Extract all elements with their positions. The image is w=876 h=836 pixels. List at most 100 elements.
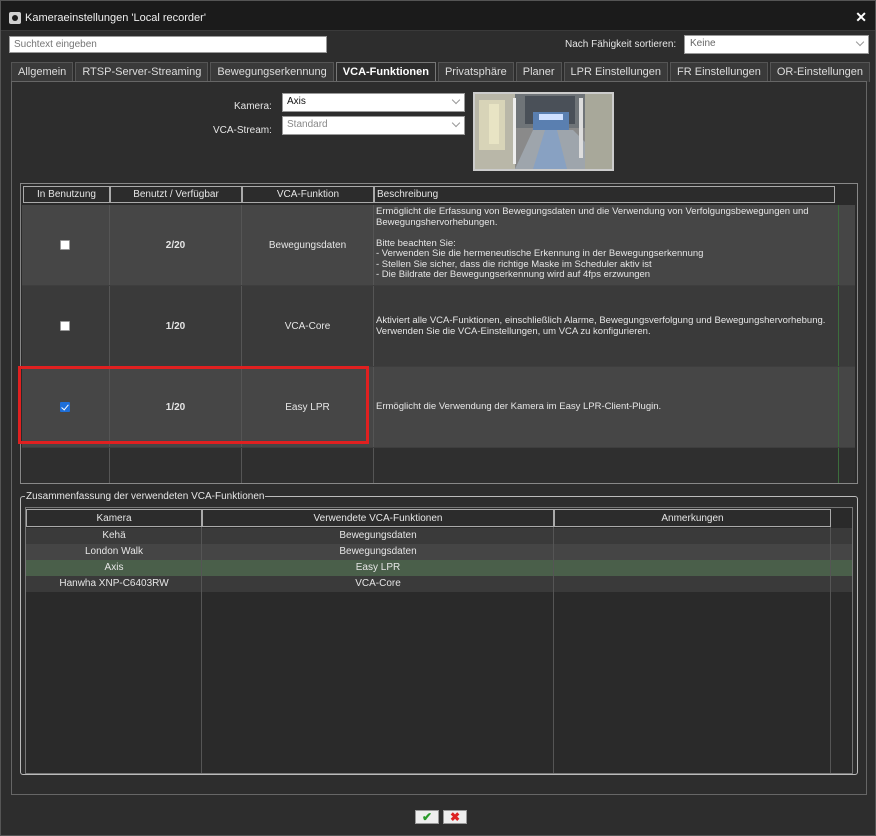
tab-fr-einstellungen[interactable]: FR Einstellungen xyxy=(670,62,768,82)
description-line: Ermöglicht die Verwendung der Kamera im … xyxy=(376,401,662,412)
description-text: Aktiviert alle VCA-Funktionen, einschlie… xyxy=(376,315,836,337)
column-header-camera[interactable]: Kamera xyxy=(26,509,202,527)
search-input[interactable] xyxy=(9,36,327,53)
x-icon: ✖ xyxy=(449,810,461,824)
function-cell: VCA-Core xyxy=(242,286,374,366)
table-row[interactable]: Hanwha XNP-C6403RW VCA-Core xyxy=(26,576,852,592)
tab-vca-funktionen[interactable]: VCA-Funktionen xyxy=(335,62,436,83)
empty-cell xyxy=(374,448,839,483)
camera-select-value: Axis xyxy=(287,96,306,107)
summary-table: Kamera Verwendete VCA-Funktionen Anmerku… xyxy=(25,507,853,774)
column-divider xyxy=(553,527,554,773)
cancel-button[interactable]: ✖ xyxy=(443,810,467,824)
table-row-selected[interactable]: Axis Easy LPR xyxy=(26,560,852,576)
tab-planer[interactable]: Planer xyxy=(515,62,562,82)
summary-functions: Bewegungsdaten xyxy=(339,530,417,541)
chevron-down-icon xyxy=(451,95,461,105)
column-header-function[interactable]: VCA-Funktion xyxy=(242,186,374,203)
summary-camera: London Walk xyxy=(85,546,143,557)
window-title: Kameraeinstellungen 'Local recorder' xyxy=(25,12,206,24)
column-header-in-use[interactable]: In Benutzung xyxy=(23,186,110,203)
column-header-notes[interactable]: Anmerkungen xyxy=(554,509,831,527)
summary-camera: Axis xyxy=(104,562,124,573)
tab-rtsp-server-streaming[interactable]: RTSP-Server-Streaming xyxy=(75,62,209,82)
column-divider xyxy=(201,527,202,773)
ok-button[interactable]: ✔ xyxy=(415,810,439,824)
filler-cell xyxy=(839,286,855,366)
empty-cell xyxy=(242,448,374,483)
description-cell: Aktiviert alle VCA-Funktionen, einschlie… xyxy=(374,286,839,366)
table-row[interactable]: Kehä Bewegungsdaten xyxy=(26,528,852,544)
chevron-down-icon xyxy=(855,37,865,47)
usage-value: 2/20 xyxy=(165,240,186,251)
filler-cell xyxy=(839,367,855,447)
checkmark-icon: ✔ xyxy=(421,810,433,824)
empty-cell xyxy=(110,448,242,483)
camera-label: Kamera: xyxy=(234,101,272,112)
camera-preview-image xyxy=(473,92,614,171)
vca-stream-select[interactable]: Standard xyxy=(282,116,465,135)
column-header-description[interactable]: Beschreibung xyxy=(374,186,835,203)
tab-bar: Allgemein RTSP-Server-Streaming Bewegung… xyxy=(11,62,872,83)
chevron-down-icon xyxy=(451,118,461,128)
filler-cell xyxy=(839,205,855,285)
sort-select-value: Keine xyxy=(690,38,716,49)
column-divider xyxy=(830,527,831,773)
function-name: Easy LPR xyxy=(285,402,330,413)
function-cell: Bewegungsdaten xyxy=(242,205,374,285)
description-line: Aktiviert alle VCA-Funktionen, einschlie… xyxy=(376,315,826,326)
usage-cell: 1/20 xyxy=(110,286,242,366)
description-line xyxy=(376,228,836,239)
summary-functions: VCA-Core xyxy=(355,578,401,589)
tab-or-einstellungen[interactable]: OR-Einstellungen xyxy=(769,62,871,82)
description-cell: Ermöglicht die Erfassung von Bewegungsda… xyxy=(374,205,839,285)
table-row[interactable]: 1/20 Easy LPR Ermöglicht die Verwendung … xyxy=(22,367,855,448)
description-line: - Verwenden Sie die hermeneutische Erken… xyxy=(376,248,704,259)
camera-settings-icon xyxy=(9,12,21,24)
vca-stream-select-value: Standard xyxy=(287,119,328,130)
summary-camera: Kehä xyxy=(102,530,126,541)
summary-functions: Bewegungsdaten xyxy=(339,546,417,557)
summary-functions: Easy LPR xyxy=(355,562,401,573)
usage-value: 1/20 xyxy=(165,402,186,413)
description-line: Verwenden Sie die VCA-Einstellungen, um … xyxy=(376,325,651,337)
in-use-cell xyxy=(22,286,110,366)
description-text: Ermöglicht die Verwendung der Kamera im … xyxy=(376,401,836,413)
sort-select[interactable]: Keine xyxy=(684,35,869,54)
tab-allgemein[interactable]: Allgemein xyxy=(11,62,74,82)
description-line: - Die Bildrate der Bewegungserkennung wi… xyxy=(376,269,651,280)
table-row[interactable]: 2/20 Bewegungsdaten Ermöglicht die Erfas… xyxy=(22,205,855,286)
description-line: Bewegungshervorhebungen. xyxy=(376,216,498,228)
usage-value: 1/20 xyxy=(165,321,186,332)
tab-lpr-einstellungen[interactable]: LPR Einstellungen xyxy=(563,62,669,82)
description-cell: Ermöglicht die Verwendung der Kamera im … xyxy=(374,367,839,447)
close-icon[interactable]: ✕ xyxy=(855,10,867,24)
vca-functions-table: In Benutzung Benutzt / Verfügbar VCA-Fun… xyxy=(20,183,858,484)
description-line: Ermöglicht die Erfassung von Bewegungsda… xyxy=(376,206,809,217)
in-use-checkbox[interactable] xyxy=(60,240,70,250)
usage-cell: 2/20 xyxy=(110,205,242,285)
description-text: Ermöglicht die Erfassung von Bewegungsda… xyxy=(376,206,836,281)
vca-stream-label: VCA-Stream: xyxy=(213,125,272,136)
tab-bewegungserkennung[interactable]: Bewegungserkennung xyxy=(210,62,334,82)
camera-settings-window: Kameraeinstellungen 'Local recorder' ✕ N… xyxy=(0,0,876,836)
empty-cell xyxy=(22,448,110,483)
in-use-cell xyxy=(22,205,110,285)
column-header-usage[interactable]: Benutzt / Verfügbar xyxy=(110,186,242,203)
column-header-used-functions[interactable]: Verwendete VCA-Funktionen xyxy=(202,509,554,527)
table-row[interactable]: London Walk Bewegungsdaten xyxy=(26,544,852,560)
function-name: VCA-Core xyxy=(284,321,331,332)
empty-row xyxy=(22,448,855,483)
summary-legend: Zusammenfassung der verwendeten VCA-Funk… xyxy=(25,491,266,502)
usage-cell: 1/20 xyxy=(110,367,242,447)
table-row[interactable]: 1/20 VCA-Core Aktiviert alle VCA-Funktio… xyxy=(22,286,855,367)
camera-select[interactable]: Axis xyxy=(282,93,465,112)
in-use-cell xyxy=(22,367,110,447)
tab-privatsphaere[interactable]: Privatsphäre xyxy=(437,62,514,82)
summary-camera: Hanwha XNP-C6403RW xyxy=(59,578,169,589)
function-name: Bewegungsdaten xyxy=(268,240,347,251)
sort-label: Nach Fähigkeit sortieren: xyxy=(565,39,677,50)
in-use-checkbox[interactable] xyxy=(60,402,70,412)
in-use-checkbox[interactable] xyxy=(60,321,70,331)
function-cell: Easy LPR xyxy=(242,367,374,447)
